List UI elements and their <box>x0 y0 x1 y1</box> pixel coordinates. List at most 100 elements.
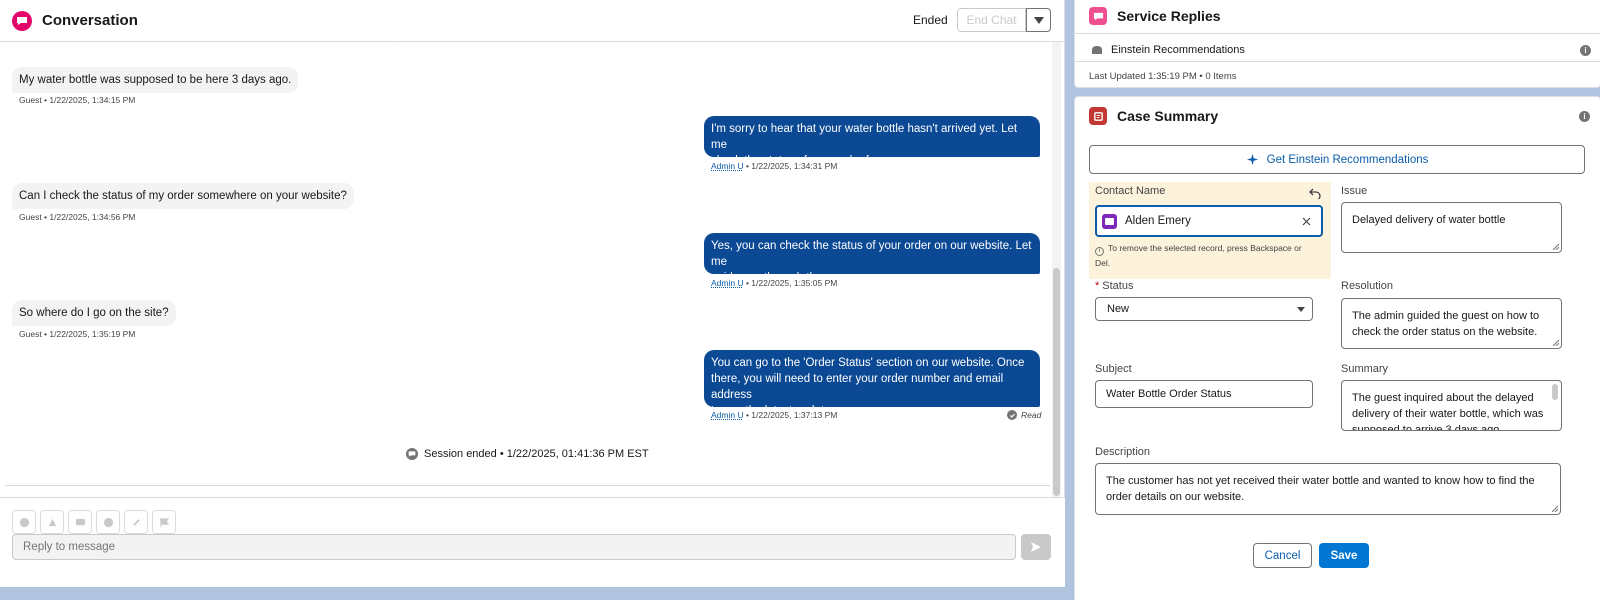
close-icon <box>1302 217 1310 225</box>
conversation-panel: Conversation Ended End Chat ▪ ‒‒‒‒‒‒‒ My… <box>0 0 1065 587</box>
save-button[interactable]: Save <box>1319 543 1369 568</box>
info-icon: i <box>1095 247 1104 256</box>
end-chat-button[interactable]: End Chat <box>957 8 1026 32</box>
divider <box>5 485 1050 486</box>
link-button[interactable] <box>124 510 148 534</box>
message-icon <box>103 517 113 527</box>
message-text-line: You can go to the 'Order Status' section… <box>711 357 1025 369</box>
chat-bubble-icon <box>406 448 418 460</box>
divider <box>1075 33 1600 34</box>
resolution-value: The admin guided the guest on how to che… <box>1352 310 1540 338</box>
message-text-line: I'm sorry to hear that your water bottle… <box>711 123 1018 151</box>
contact-help-text: i To remove the selected record, press Ba… <box>1095 241 1317 270</box>
quick-text-icon <box>75 518 85 525</box>
knowledge-icon <box>48 518 56 526</box>
case-summary-card: Case Summary i Get Einstein Recommendati… <box>1074 96 1600 600</box>
end-chat-menu-button[interactable] <box>1026 8 1051 32</box>
contact-name-value: Alden Emery <box>1125 215 1191 227</box>
resolution-textarea[interactable]: The admin guided the guest on how to che… <box>1341 298 1562 349</box>
quick-text-button[interactable] <box>68 510 92 534</box>
truncated-message-meta: ▪ ‒‒‒‒‒‒‒ <box>393 42 438 47</box>
author-link[interactable]: Admin U <box>711 278 744 288</box>
case-summary-title: Case Summary <box>1117 108 1219 124</box>
subject-label: Subject <box>1095 363 1132 375</box>
message-timestamp: • 1/22/2025, 1:34:31 PM <box>745 161 838 171</box>
resize-handle-icon[interactable] <box>1552 243 1559 250</box>
status-label-text: Status <box>1102 280 1134 292</box>
message-text-line: Yes, you can check the status of your or… <box>711 240 1032 268</box>
read-receipt: Read <box>1007 410 1041 420</box>
session-ended-text: Session ended • 1/22/2025, 01:41:36 PM E… <box>424 448 649 460</box>
info-icon[interactable]: i <box>1580 45 1591 56</box>
guest-message: Can I check the status of my order somew… <box>12 183 354 209</box>
message-meta: Guest • 1/22/2025, 1:34:15 PM <box>19 95 136 105</box>
summary-scrollbar[interactable] <box>1552 384 1558 400</box>
summary-textarea[interactable]: The guest inquired about the delayed del… <box>1341 380 1562 431</box>
undo-icon[interactable] <box>1309 187 1321 199</box>
link-icon <box>132 518 140 526</box>
chevron-down-icon <box>1297 307 1305 312</box>
message-text-line: there, you will need to enter your order… <box>711 373 1004 401</box>
einstein-icon <box>1092 46 1102 54</box>
summary-value: The guest inquired about the delayed del… <box>1352 392 1544 431</box>
message-text: My water bottle was supposed to be here … <box>19 74 292 86</box>
message-timestamp: • 1/22/2025, 1:35:05 PM <box>745 278 838 288</box>
message-template-button[interactable] <box>96 510 120 534</box>
status-value: New <box>1107 303 1130 315</box>
subject-value: Water Bottle Order Status <box>1106 388 1232 400</box>
agent-message: Yes, you can check the status of your or… <box>704 233 1040 284</box>
service-replies-title: Service Replies <box>1117 8 1221 24</box>
flag-icon <box>159 517 169 527</box>
einstein-recommendations-label: Einstein Recommendations <box>1111 44 1245 56</box>
cancel-button[interactable]: Cancel <box>1253 543 1312 568</box>
message-meta: Guest • 1/22/2025, 1:34:56 PM <box>19 212 136 222</box>
reply-input[interactable]: Reply to message <box>12 534 1016 560</box>
issue-textarea[interactable]: Delayed delivery of water bottle <box>1341 202 1562 253</box>
message-timestamp: • 1/22/2025, 1:37:13 PM <box>745 410 838 420</box>
contact-name-label: Contact Name <box>1095 185 1166 197</box>
resize-handle-icon[interactable] <box>1552 339 1559 346</box>
send-button[interactable] <box>1021 534 1051 560</box>
message-text: Can I check the status of my order somew… <box>19 190 347 202</box>
message-meta: Admin U • 1/22/2025, 1:34:31 PM <box>711 161 837 171</box>
clear-contact-button[interactable] <box>1299 214 1313 228</box>
divider <box>1075 61 1600 62</box>
info-icon[interactable]: i <box>1579 111 1590 122</box>
chat-bubble-icon <box>12 10 32 31</box>
read-label: Read <box>1021 410 1042 420</box>
knowledge-button[interactable] <box>40 510 64 534</box>
message-composer: Reply to message <box>0 497 1065 587</box>
author-link[interactable]: Admin U <box>711 161 744 171</box>
agent-message: I'm sorry to hear that your water bottle… <box>704 116 1040 167</box>
description-textarea[interactable]: The customer has not yet received their … <box>1095 463 1561 515</box>
checkmark-icon <box>1007 410 1017 420</box>
resize-handle-icon[interactable] <box>1551 505 1558 512</box>
chevron-down-icon <box>1033 16 1044 24</box>
contact-name-lookup[interactable]: Alden Emery <box>1095 205 1323 237</box>
message-scrollbar-thumb[interactable] <box>1053 268 1060 496</box>
subject-input[interactable]: Water Bottle Order Status <box>1095 380 1313 408</box>
contact-help-message: To remove the selected record, press Bac… <box>1095 243 1302 268</box>
flag-button[interactable] <box>152 510 176 534</box>
get-einstein-recommendations-label: Get Einstein Recommendations <box>1266 153 1429 166</box>
guest-message: My water bottle was supposed to be here … <box>12 67 299 93</box>
chat-status-label: Ended <box>913 13 948 27</box>
issue-label: Issue <box>1341 185 1368 197</box>
message-list[interactable]: ▪ ‒‒‒‒‒‒‒ My water bottle was supposed t… <box>0 42 1060 497</box>
session-ended-notice: Session ended • 1/22/2025, 01:41:36 PM E… <box>406 448 649 460</box>
message-meta: Admin U • 1/22/2025, 1:37:13 PM <box>711 410 837 420</box>
status-select[interactable]: New <box>1095 297 1313 321</box>
emoji-icon <box>19 517 29 527</box>
message-meta: Admin U • 1/22/2025, 1:35:05 PM <box>711 278 837 288</box>
status-label: * Status <box>1095 280 1133 292</box>
author-link[interactable]: Admin U <box>711 410 744 420</box>
get-einstein-recommendations-button[interactable]: Get Einstein Recommendations <box>1089 145 1585 174</box>
send-icon <box>1031 542 1041 552</box>
description-label: Description <box>1095 446 1151 458</box>
message-meta: Guest • 1/22/2025, 1:35:19 PM <box>19 329 136 339</box>
sparkle-icon <box>1246 153 1258 166</box>
emoji-button[interactable] <box>12 510 36 534</box>
issue-value: Delayed delivery of water bottle <box>1352 214 1506 226</box>
required-marker: * <box>1095 280 1100 292</box>
service-replies-icon <box>1089 7 1107 25</box>
